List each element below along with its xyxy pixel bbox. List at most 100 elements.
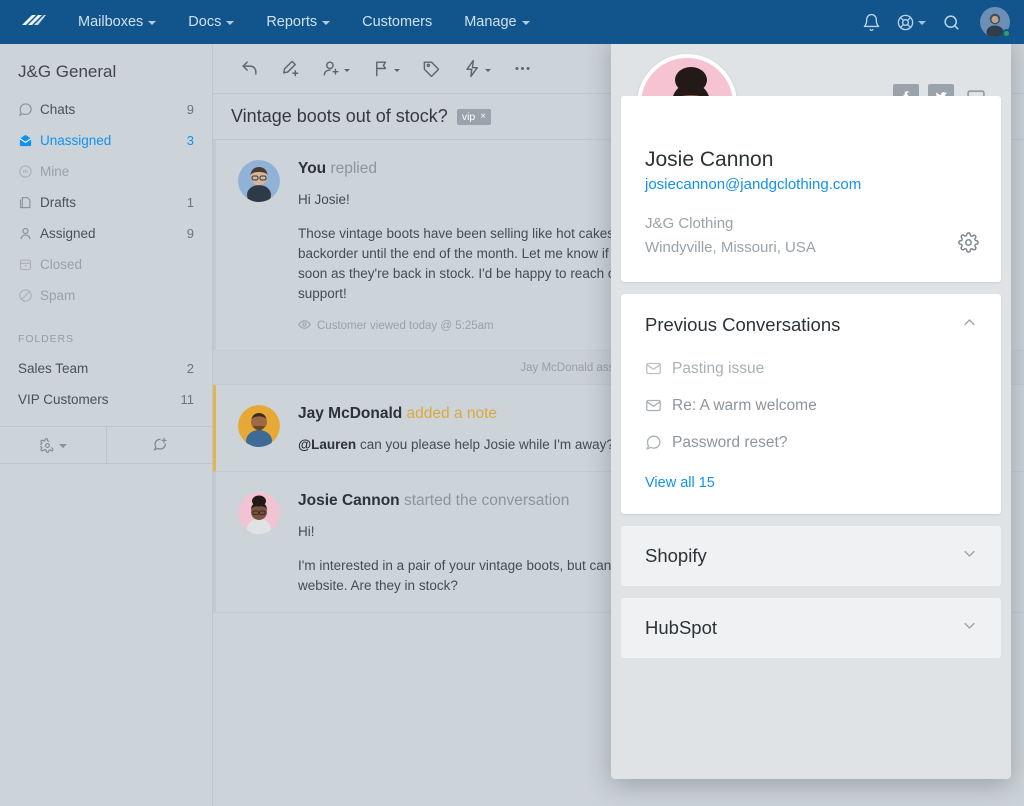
chevron-down-icon <box>58 444 67 448</box>
nav-item-label: Mailboxes <box>78 14 144 30</box>
status-button[interactable] <box>363 52 409 86</box>
nav-item-manage[interactable]: Manage <box>448 0 545 44</box>
page-title: Vintage boots out of stock? <box>231 106 448 126</box>
nav-item-docs[interactable]: Docs <box>172 0 250 44</box>
sidebar-item-count: 3 <box>186 133 194 148</box>
previous-conversation-item[interactable]: Password reset? <box>645 424 977 461</box>
search-icon[interactable] <box>934 5 968 39</box>
envelope-icon <box>645 397 662 414</box>
previous-conversation-label: Password reset? <box>672 433 788 451</box>
previous-conversation-item[interactable]: Pasting issue <box>645 350 977 387</box>
sidebar-item-label: Drafts <box>40 195 77 210</box>
chat-bubble-icon <box>18 102 40 117</box>
chevron-down-icon <box>344 68 350 72</box>
sidebar-item-spam[interactable]: Spam <box>6 280 206 311</box>
sidebar-item-count: 1 <box>186 195 194 210</box>
message-action: added a note <box>406 405 498 422</box>
avatar <box>238 492 280 534</box>
chevron-up-icon[interactable] <box>962 315 977 335</box>
chevron-down-icon <box>148 21 157 25</box>
sidebar-item-count: 9 <box>186 226 194 241</box>
previous-conversations-header[interactable]: Previous Conversations <box>645 314 977 336</box>
sidebar-item-chats[interactable]: Chats 9 <box>6 94 206 125</box>
eye-icon <box>298 318 311 334</box>
app-root: Mailboxes Docs Reports Customers Manage <box>0 0 1024 806</box>
chevron-down-icon[interactable] <box>962 618 977 638</box>
workflow-button[interactable] <box>454 52 500 86</box>
helpscout-logo-icon[interactable] <box>20 11 46 33</box>
app-section-shopify[interactable]: Shopify <box>621 526 1001 586</box>
sidebar-bottom-bar <box>0 426 213 464</box>
mention[interactable]: @Lauren <box>298 437 356 452</box>
close-icon[interactable]: × <box>480 111 486 122</box>
nav-right-actions <box>854 5 1011 39</box>
lifering-icon[interactable] <box>894 5 928 39</box>
customer-email-link[interactable]: josiecannon@jandgclothing.com <box>645 176 861 193</box>
bell-icon[interactable] <box>854 5 888 39</box>
sidebar-folder-sales-team[interactable]: Sales Team 2 <box>0 353 212 384</box>
sidebar-item-count: 9 <box>186 102 194 117</box>
sidebar-folder-vip-customers[interactable]: VIP Customers 11 <box>0 384 212 415</box>
customer-location: Windyville, Missouri, USA <box>645 239 816 256</box>
nav-items: Mailboxes Docs Reports Customers Manage <box>62 0 546 44</box>
nav-item-customers[interactable]: Customers <box>346 0 448 44</box>
gear-icon[interactable] <box>958 232 979 258</box>
sidebar-item-assigned[interactable]: Assigned 9 <box>6 218 206 249</box>
chevron-down-icon[interactable] <box>962 546 977 566</box>
chat-bubble-icon <box>645 434 662 451</box>
archive-icon <box>18 257 40 272</box>
avatar <box>238 160 280 202</box>
sidebar: J&G General Chats 9 Unassigned 3 Mine Dr… <box>0 44 213 806</box>
app-name: HubSpot <box>645 617 717 638</box>
previous-conversation-label: Re: A warm welcome <box>672 396 817 414</box>
person-icon <box>18 226 40 241</box>
customer-company-location: J&G Clothing Windyville, Missouri, USA <box>645 212 977 260</box>
folder-label: VIP Customers <box>18 392 109 407</box>
add-note-button[interactable] <box>272 52 309 86</box>
sidebar-item-label: Assigned <box>40 226 96 241</box>
nav-item-label: Reports <box>266 14 318 30</box>
new-conversation-button[interactable] <box>107 427 213 463</box>
nav-item-reports[interactable]: Reports <box>250 0 346 44</box>
message-author: You <box>298 160 327 177</box>
chevron-down-icon <box>394 68 400 72</box>
folder-count: 11 <box>180 392 195 407</box>
tag-vip[interactable]: vip × <box>456 108 492 125</box>
sidebar-folder-list: Chats 9 Unassigned 3 Mine Drafts 1 Assig… <box>0 94 212 311</box>
mailbox-title: J&G General <box>18 62 117 81</box>
chevron-down-icon <box>322 21 331 25</box>
sidebar-item-label: Chats <box>40 102 76 117</box>
nav-item-mailboxes[interactable]: Mailboxes <box>62 0 172 44</box>
customer-company: J&G Clothing <box>645 215 734 232</box>
assign-button[interactable] <box>313 52 359 86</box>
folder-count: 2 <box>186 361 194 376</box>
app-name: Shopify <box>645 545 707 566</box>
sidebar-item-mine[interactable]: Mine <box>6 156 206 187</box>
reply-button[interactable] <box>231 52 268 86</box>
previous-conversation-item[interactable]: Re: A warm welcome <box>645 387 977 424</box>
previous-conversation-label: Pasting issue <box>672 359 765 377</box>
message-action: started the conversation <box>403 492 570 509</box>
sidebar-item-drafts[interactable]: Drafts 1 <box>6 187 206 218</box>
more-button[interactable] <box>504 52 541 86</box>
sidebar-settings-button[interactable] <box>0 427 106 463</box>
folders-header: FOLDERS <box>18 333 74 345</box>
top-navigation-bar: Mailboxes Docs Reports Customers Manage <box>0 0 1024 44</box>
sidebar-item-closed[interactable]: Closed <box>6 249 206 280</box>
nav-item-label: Manage <box>464 14 517 30</box>
drafts-icon <box>18 195 40 210</box>
customer-contact-card: Josie Cannon josiecannon@jandgclothing.c… <box>621 96 1001 282</box>
avatar[interactable] <box>980 7 1011 38</box>
ban-icon <box>18 288 40 303</box>
chevron-down-icon <box>521 21 530 25</box>
view-all-link[interactable]: View all 15 <box>645 475 715 491</box>
sidebar-item-label: Spam <box>40 288 76 303</box>
chevron-down-icon <box>485 68 491 72</box>
sidebar-item-unassigned[interactable]: Unassigned 3 <box>6 125 206 156</box>
tag-button[interactable] <box>413 52 450 86</box>
app-section-hubspot[interactable]: HubSpot <box>621 598 1001 658</box>
sidebar-item-label: Closed <box>40 257 83 272</box>
chevron-down-icon <box>226 21 235 25</box>
sidebar-item-label: Mine <box>40 164 70 179</box>
message-action: replied <box>330 160 377 177</box>
